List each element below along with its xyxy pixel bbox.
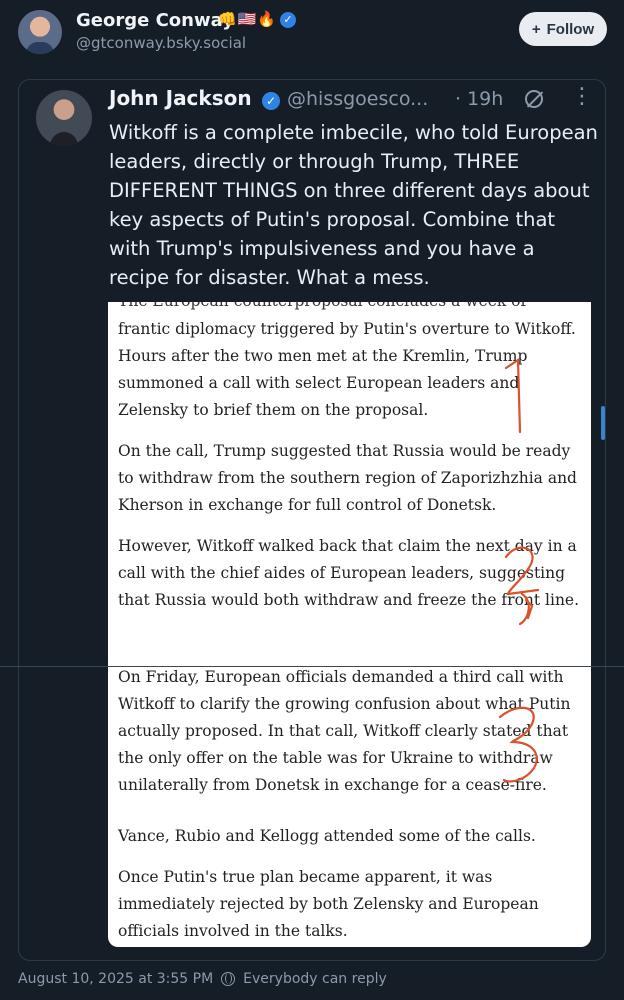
more-options-icon[interactable]: ⋮ <box>571 86 593 108</box>
article-paragraph-2: On the call, Trump suggested that Russia… <box>118 442 577 514</box>
article-partial-line: The European counterproposal concludes a… <box>118 302 526 310</box>
us-flag-emoji: 🇺🇸 <box>237 10 257 28</box>
follow-button[interactable]: + Follow <box>519 12 607 46</box>
reply-setting: Everybody can reply <box>243 971 387 987</box>
hide-icon[interactable] <box>525 90 543 108</box>
author-avatar[interactable] <box>18 10 62 54</box>
quoted-post-card[interactable]: John Jackson ✓ @hissgoesco... · 19h ⋮ Wi… <box>18 79 606 961</box>
quoted-post-time: · 19h <box>455 88 504 110</box>
quoted-author-avatar[interactable] <box>36 90 92 146</box>
article-screenshot-image[interactable]: The European counterproposal concludes a… <box>108 302 591 947</box>
author-emojis: 👊🇺🇸🔥 <box>218 10 277 28</box>
scrollbar-thumb[interactable] <box>601 406 605 440</box>
plus-icon: + <box>531 20 541 38</box>
screenshot-crop-line <box>0 666 624 667</box>
follow-label: Follow <box>546 20 595 38</box>
verified-check-icon: ✓ <box>280 12 296 28</box>
quoted-post-text: Witkoff is a complete imbecile, who told… <box>109 121 598 289</box>
article-paragraph-1: frantic diplomacy triggered by Putin's o… <box>118 320 576 419</box>
post-header: George Conway 👊🇺🇸🔥 ✓ @gtconway.bsky.soci… <box>0 0 624 70</box>
quoted-author-handle[interactable]: @hissgoesco... <box>287 88 428 110</box>
author-name[interactable]: George Conway <box>76 10 234 31</box>
article-paragraph-5: Vance, Rubio and Kellogg attended some o… <box>118 827 536 845</box>
fire-emoji: 🔥 <box>257 10 277 28</box>
article-paragraph-3: However, Witkoff walked back that claim … <box>118 537 580 609</box>
post-footer: August 10, 2025 at 3:55 PM Everybody can… <box>18 971 387 987</box>
article-paragraph-4: On Friday, European officials demanded a… <box>118 668 571 794</box>
quoted-author-name[interactable]: John Jackson <box>109 86 252 110</box>
quoted-verified-check-icon: ✓ <box>262 92 280 110</box>
globe-icon <box>221 972 236 986</box>
post-timestamp: August 10, 2025 at 3:55 PM <box>18 971 214 987</box>
author-handle[interactable]: @gtconway.bsky.social <box>76 34 246 52</box>
fist-emoji: 👊 <box>218 10 237 28</box>
article-paragraph-6: Once Putin's true plan became apparent, … <box>118 868 539 940</box>
